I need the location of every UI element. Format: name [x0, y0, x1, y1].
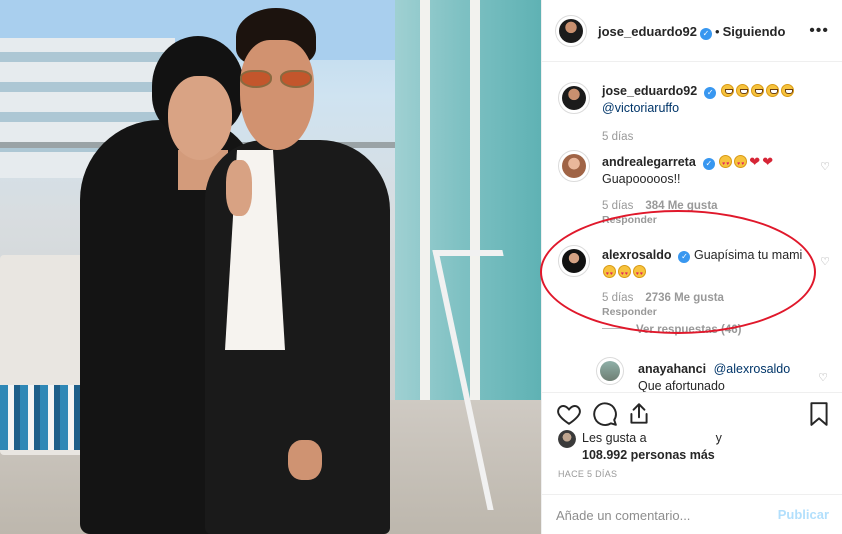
like-comment-icon[interactable]: ♡: [820, 160, 830, 173]
comment-item: andrealegarreta ✓ ❤❤ Guapooooos!! ♡ 5 día…: [558, 150, 830, 230]
photo-hand: [226, 160, 252, 216]
publish-button[interactable]: Publicar: [778, 507, 829, 522]
comment-input[interactable]: [556, 505, 766, 525]
photo-man-face: [240, 40, 314, 150]
add-comment-bar: Publicar: [542, 494, 842, 534]
comment-item: alexrosaldo ✓ Guapísima tu mami ♡ 5 días 2…: [558, 245, 830, 336]
comment-mention[interactable]: @alexrosaldo: [714, 362, 791, 376]
comment-avatar[interactable]: [596, 357, 624, 385]
like-comment-icon[interactable]: ♡: [820, 255, 830, 268]
emoji-row: ❤❤: [718, 154, 774, 173]
comment-icon[interactable]: [592, 401, 618, 427]
reply-button[interactable]: Responder: [602, 214, 657, 226]
action-bar: [542, 392, 842, 434]
photo-sunglasses: [240, 70, 314, 88]
verified-badge-icon: ✓: [700, 28, 712, 40]
emoji-row: [720, 84, 795, 98]
post-timestamp[interactable]: HACE 5 DÍAS: [558, 469, 617, 479]
comment-time[interactable]: 5 días: [602, 131, 633, 143]
comment-likes[interactable]: 2736 Me gusta: [645, 292, 724, 304]
reply-item: anayahanci @alexrosaldo Que afortunado ♡: [596, 357, 828, 392]
comment-mention[interactable]: @victoriaruffo: [602, 101, 679, 115]
likes-prefix: Les gusta a: [582, 431, 647, 445]
view-replies-label: Ver respuestas (46): [636, 324, 742, 336]
comment-text: Guapísima tu mami: [693, 248, 803, 262]
comment-likes[interactable]: 384 Me gusta: [645, 200, 717, 212]
comment-username[interactable]: alexrosaldo: [602, 248, 671, 262]
post-photo[interactable]: [0, 0, 541, 534]
caption: jose_eduardo92 ✓ @victoriaruffo 5 días: [558, 82, 828, 152]
comment-username[interactable]: andrealegarreta: [602, 155, 696, 169]
post-header: jose_eduardo92 ✓ • Siguiendo •••: [542, 0, 842, 62]
comment-time[interactable]: 5 días: [602, 200, 633, 212]
comment-text: Guapooooos!!: [602, 172, 681, 186]
comment-avatar[interactable]: [558, 82, 590, 114]
verified-badge-icon: ✓: [678, 251, 691, 263]
comments-list[interactable]: jose_eduardo92 ✓ @victoriaruffo 5 días an…: [542, 62, 842, 392]
comment-meta: 5 días 2736 Me gusta: [602, 292, 724, 304]
comment-text: Que afortunado: [638, 379, 725, 392]
comment-time[interactable]: 5 días: [602, 292, 633, 304]
photo-woman-face: [168, 76, 232, 160]
view-replies-button[interactable]: Ver respuestas (46): [602, 324, 741, 336]
comment-avatar[interactable]: [558, 245, 590, 277]
author-avatar[interactable]: [555, 15, 587, 47]
verified-badge-icon: ✓: [704, 87, 717, 99]
likes-summary: Les gusta a y 108.992 personas más: [558, 430, 828, 464]
share-icon[interactable]: [626, 401, 652, 427]
comment-username[interactable]: jose_eduardo92: [602, 84, 697, 98]
author-username[interactable]: jose_eduardo92: [598, 24, 697, 39]
reply-button[interactable]: Responder: [602, 306, 657, 318]
separator-dot: •: [715, 24, 720, 39]
comment-meta: 5 días 384 Me gusta: [602, 200, 718, 212]
following-button[interactable]: Siguiendo: [723, 24, 786, 39]
photo-cushion: [0, 385, 85, 450]
liker-avatar[interactable]: [558, 430, 576, 448]
post-side-panel: jose_eduardo92 ✓ • Siguiendo ••• jose_eduar…: [541, 0, 842, 534]
bookmark-icon[interactable]: [806, 401, 832, 427]
photo-hand: [288, 440, 322, 480]
more-options-icon[interactable]: •••: [809, 22, 829, 40]
heart-icon[interactable]: [556, 401, 582, 427]
comment-avatar[interactable]: [558, 150, 590, 182]
likes-count[interactable]: 108.992 personas más: [582, 448, 715, 462]
like-comment-icon[interactable]: ♡: [818, 371, 828, 384]
emoji-row: [602, 265, 647, 283]
verified-badge-icon: ✓: [702, 158, 715, 170]
comment-username[interactable]: anayahanci: [638, 362, 706, 376]
likes-suffix: y: [715, 431, 722, 445]
view-replies-line: [602, 328, 626, 329]
